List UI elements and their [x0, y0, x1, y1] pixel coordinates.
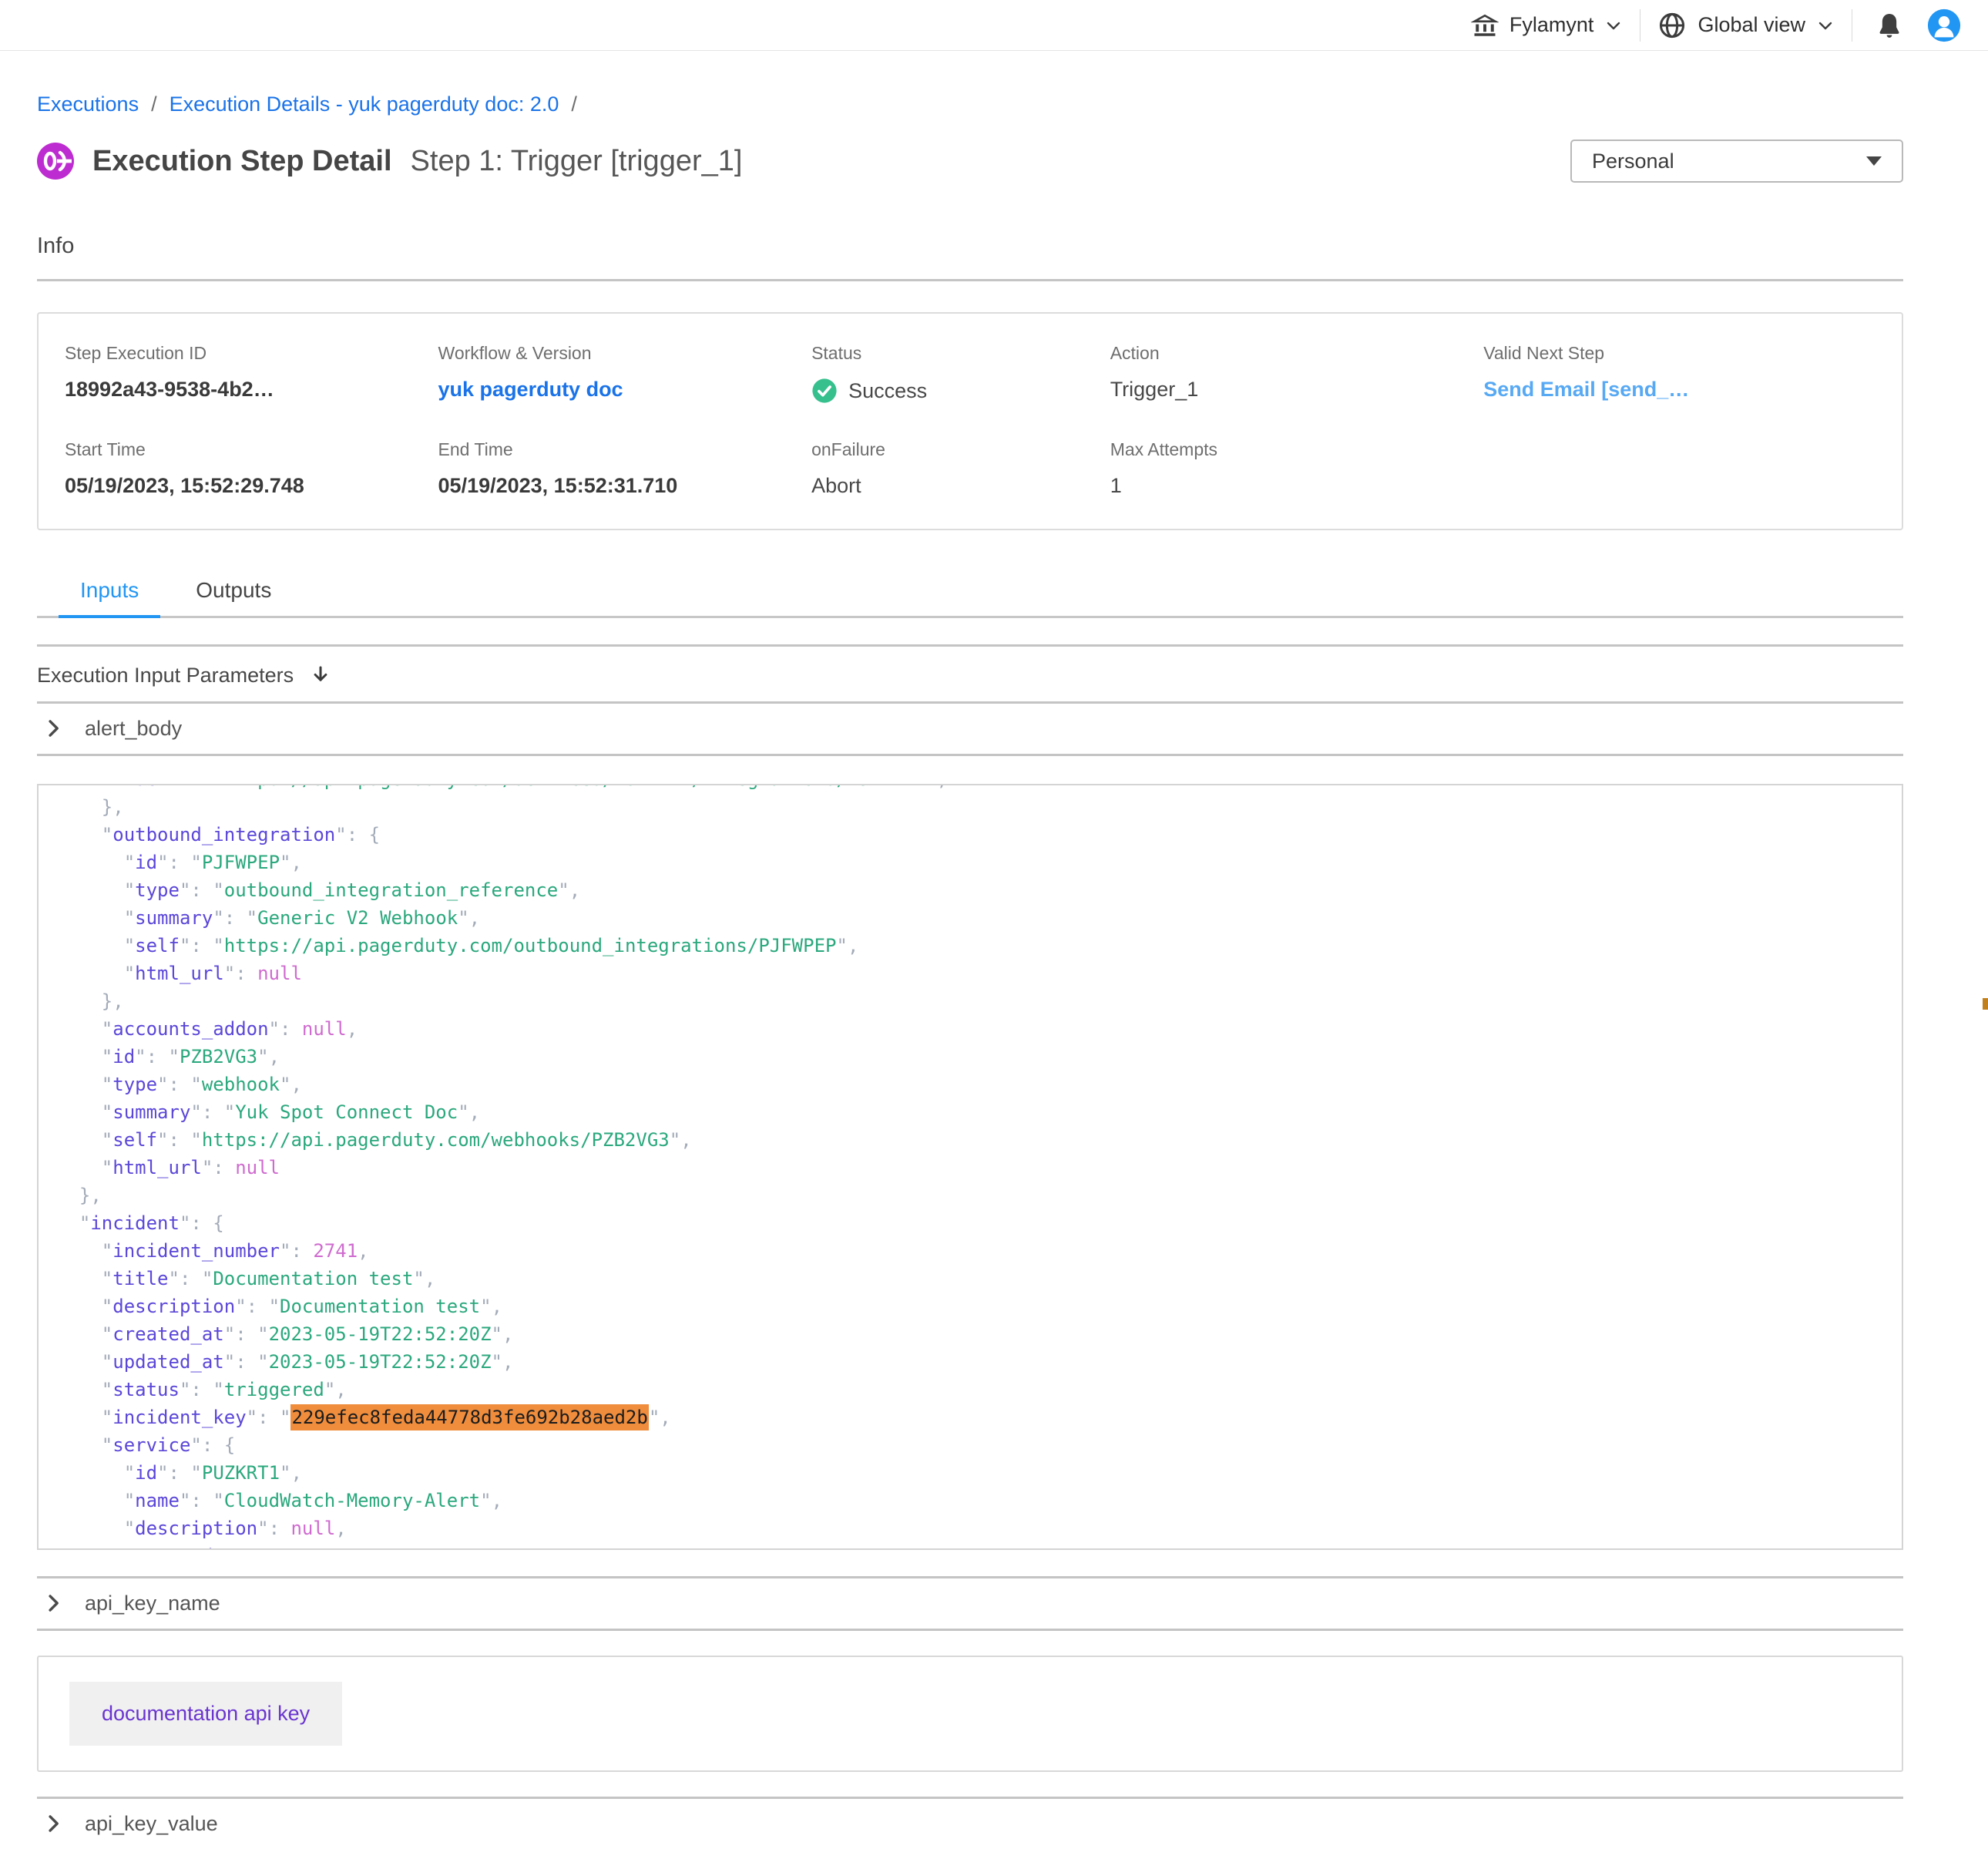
- field-value: 1: [1110, 474, 1484, 498]
- title-row: Execution Step Detail Step 1: Trigger [t…: [37, 140, 1903, 183]
- api-key-name-label: api_key_name: [85, 1592, 220, 1615]
- bank-icon: [1471, 12, 1499, 39]
- field-max-attempts: Max Attempts 1: [1110, 439, 1484, 498]
- chevron-right-icon: [43, 718, 63, 738]
- field-value: Trigger_1: [1110, 378, 1484, 402]
- field-value: 05/19/2023, 15:52:31.710: [438, 474, 812, 498]
- info-heading: Info: [37, 234, 1903, 259]
- section-divider: [37, 279, 1903, 281]
- api-key-name-toggle[interactable]: api_key_name: [37, 1578, 1903, 1629]
- workflow-step-icon: [37, 143, 74, 180]
- select-caret-icon: [1866, 156, 1882, 166]
- chevron-down-icon: [1816, 16, 1835, 35]
- field-on-failure: onFailure Abort: [811, 439, 1110, 498]
- section-divider: [37, 754, 1903, 756]
- breadcrumb-separator: /: [571, 92, 577, 116]
- page-title: Execution Step Detail: [92, 145, 392, 178]
- section-divider: [37, 1629, 1903, 1631]
- alert-body-code-block[interactable]: "self": "https://api.pagerduty.com/servi…: [37, 784, 1903, 1550]
- success-check-icon: [811, 378, 838, 404]
- field-label: Max Attempts: [1110, 439, 1484, 460]
- field-workflow-version: Workflow & Version yuk pagerduty doc: [438, 343, 812, 404]
- field-label: Status: [811, 343, 1110, 364]
- status-badge: Success: [848, 379, 927, 403]
- field-end-time: End Time 05/19/2023, 15:52:31.710: [438, 439, 812, 498]
- api-key-name-value-box: documentation api key: [37, 1656, 1903, 1772]
- topbar: Fylamynt Global view: [0, 0, 1988, 51]
- field-label: Workflow & Version: [438, 343, 812, 364]
- field-label: Action: [1110, 343, 1484, 364]
- globe-icon: [1657, 11, 1687, 40]
- tab-outputs[interactable]: Outputs: [174, 578, 293, 618]
- api-key-value-toggle[interactable]: api_key_value: [37, 1799, 1903, 1849]
- alert-body-label: alert_body: [85, 717, 182, 741]
- api-key-value-label: api_key_value: [85, 1812, 218, 1836]
- view-name: Global view: [1698, 13, 1805, 37]
- breadcrumb-executions[interactable]: Executions: [37, 92, 139, 116]
- next-step-link[interactable]: Send Email [send_…: [1483, 378, 1876, 402]
- field-value: Abort: [811, 474, 1110, 498]
- chevron-right-icon: [43, 1814, 63, 1834]
- field-label: Step Execution ID: [65, 343, 438, 364]
- info-card: Step Execution ID 18992a43-9538-4b2… Wor…: [37, 312, 1903, 530]
- breadcrumb-separator: /: [151, 92, 157, 116]
- notification-bell-icon[interactable]: [1874, 10, 1905, 41]
- field-action: Action Trigger_1: [1110, 343, 1484, 404]
- scope-select-value: Personal: [1592, 150, 1674, 173]
- field-label: onFailure: [811, 439, 1110, 460]
- code-content: "self": "https://api.pagerduty.com/servi…: [57, 784, 1902, 1550]
- field-label: Start Time: [65, 439, 438, 460]
- field-step-execution-id: Step Execution ID 18992a43-9538-4b2…: [65, 343, 438, 404]
- field-value: 18992a43-9538-4b2…: [65, 378, 438, 402]
- org-name: Fylamynt: [1509, 13, 1594, 37]
- workflow-link[interactable]: yuk pagerduty doc: [438, 378, 812, 402]
- field-empty: [1483, 439, 1876, 498]
- scope-select[interactable]: Personal: [1570, 140, 1903, 183]
- alert-body-toggle[interactable]: alert_body: [37, 704, 1903, 754]
- view-switcher[interactable]: Global view: [1657, 11, 1835, 40]
- download-arrow-icon[interactable]: [309, 664, 332, 687]
- field-label: End Time: [438, 439, 812, 460]
- tab-inputs[interactable]: Inputs: [59, 578, 160, 618]
- page-subtitle: Step 1: Trigger [trigger_1]: [411, 145, 743, 178]
- org-switcher[interactable]: Fylamynt: [1471, 12, 1624, 39]
- tab-bar: Inputs Outputs: [37, 578, 1903, 618]
- user-avatar[interactable]: [1926, 8, 1962, 43]
- breadcrumb: Executions / Execution Details - yuk pag…: [37, 92, 1903, 116]
- main-content: Executions / Execution Details - yuk pag…: [0, 92, 1988, 1849]
- chevron-down-icon: [1604, 16, 1623, 35]
- chevron-right-icon: [43, 1593, 63, 1613]
- field-start-time: Start Time 05/19/2023, 15:52:29.748: [65, 439, 438, 498]
- field-valid-next-step: Valid Next Step Send Email [send_…: [1483, 343, 1876, 404]
- scrollbar-highlight-marker: [1983, 998, 1988, 1010]
- field-value: 05/19/2023, 15:52:29.748: [65, 474, 438, 498]
- field-status: Status Success: [811, 343, 1110, 404]
- execution-input-parameters-title: Execution Input Parameters: [37, 664, 294, 687]
- api-key-name-chip: documentation api key: [69, 1682, 342, 1746]
- field-label: Valid Next Step: [1483, 343, 1876, 364]
- execution-input-parameters-row: Execution Input Parameters: [37, 647, 1903, 701]
- breadcrumb-execution-details[interactable]: Execution Details - yuk pagerduty doc: 2…: [170, 92, 559, 116]
